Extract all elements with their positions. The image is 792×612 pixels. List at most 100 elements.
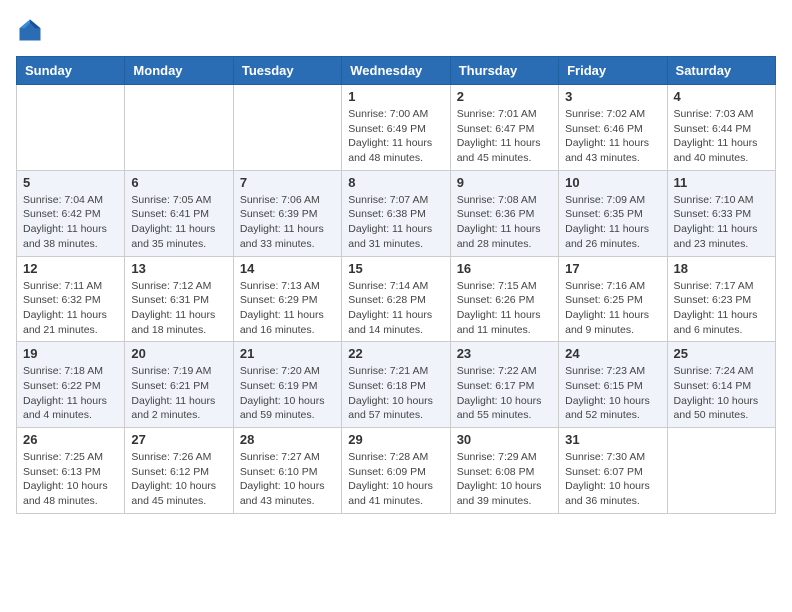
day-number: 16 xyxy=(457,261,552,276)
day-info: Sunrise: 7:04 AM Sunset: 6:42 PM Dayligh… xyxy=(23,193,118,252)
day-header-tuesday: Tuesday xyxy=(233,57,341,85)
day-info: Sunrise: 7:24 AM Sunset: 6:14 PM Dayligh… xyxy=(674,364,769,423)
calendar-cell: 25 Sunrise: 7:24 AM Sunset: 6:14 PM Dayli… xyxy=(667,342,775,428)
day-number: 30 xyxy=(457,432,552,447)
calendar-cell xyxy=(233,85,341,171)
calendar-table: SundayMondayTuesdayWednesdayThursdayFrid… xyxy=(16,56,776,514)
day-info: Sunrise: 7:17 AM Sunset: 6:23 PM Dayligh… xyxy=(674,279,769,338)
calendar-cell: 19 Sunrise: 7:18 AM Sunset: 6:22 PM Dayli… xyxy=(17,342,125,428)
calendar-cell: 6 Sunrise: 7:05 AM Sunset: 6:41 PM Daylig… xyxy=(125,170,233,256)
calendar-cell xyxy=(125,85,233,171)
calendar-cell: 27 Sunrise: 7:26 AM Sunset: 6:12 PM Dayli… xyxy=(125,428,233,514)
day-info: Sunrise: 7:07 AM Sunset: 6:38 PM Dayligh… xyxy=(348,193,443,252)
day-info: Sunrise: 7:19 AM Sunset: 6:21 PM Dayligh… xyxy=(131,364,226,423)
calendar-cell xyxy=(17,85,125,171)
calendar-cell: 1Sunrise: 7:00 AM Sunset: 6:49 PM Daylig… xyxy=(342,85,450,171)
day-header-sunday: Sunday xyxy=(17,57,125,85)
day-info: Sunrise: 7:29 AM Sunset: 6:08 PM Dayligh… xyxy=(457,450,552,509)
day-info: Sunrise: 7:12 AM Sunset: 6:31 PM Dayligh… xyxy=(131,279,226,338)
day-info: Sunrise: 7:05 AM Sunset: 6:41 PM Dayligh… xyxy=(131,193,226,252)
day-info: Sunrise: 7:06 AM Sunset: 6:39 PM Dayligh… xyxy=(240,193,335,252)
day-number: 3 xyxy=(565,89,660,104)
day-number: 23 xyxy=(457,346,552,361)
day-number: 22 xyxy=(348,346,443,361)
calendar-week-row: 5 Sunrise: 7:04 AM Sunset: 6:42 PM Daylig… xyxy=(17,170,776,256)
day-number: 21 xyxy=(240,346,335,361)
day-number: 13 xyxy=(131,261,226,276)
day-info: Sunrise: 7:23 AM Sunset: 6:15 PM Dayligh… xyxy=(565,364,660,423)
day-number: 20 xyxy=(131,346,226,361)
page-header xyxy=(16,16,776,44)
calendar-cell: 31Sunrise: 7:30 AM Sunset: 6:07 PM Dayli… xyxy=(559,428,667,514)
day-header-monday: Monday xyxy=(125,57,233,85)
logo xyxy=(16,16,50,44)
day-number: 6 xyxy=(131,175,226,190)
day-number: 12 xyxy=(23,261,118,276)
calendar-cell: 13 Sunrise: 7:12 AM Sunset: 6:31 PM Dayli… xyxy=(125,256,233,342)
day-number: 29 xyxy=(348,432,443,447)
calendar-cell: 30 Sunrise: 7:29 AM Sunset: 6:08 PM Dayli… xyxy=(450,428,558,514)
day-number: 14 xyxy=(240,261,335,276)
logo-icon xyxy=(16,16,44,44)
day-number: 25 xyxy=(674,346,769,361)
calendar-cell: 5 Sunrise: 7:04 AM Sunset: 6:42 PM Daylig… xyxy=(17,170,125,256)
day-number: 7 xyxy=(240,175,335,190)
calendar-cell: 22 Sunrise: 7:21 AM Sunset: 6:18 PM Dayli… xyxy=(342,342,450,428)
day-info: Sunrise: 7:02 AM Sunset: 6:46 PM Dayligh… xyxy=(565,107,660,166)
day-number: 27 xyxy=(131,432,226,447)
calendar-cell xyxy=(667,428,775,514)
day-number: 9 xyxy=(457,175,552,190)
calendar-cell: 26 Sunrise: 7:25 AM Sunset: 6:13 PM Dayli… xyxy=(17,428,125,514)
day-info: Sunrise: 7:01 AM Sunset: 6:47 PM Dayligh… xyxy=(457,107,552,166)
day-header-saturday: Saturday xyxy=(667,57,775,85)
calendar-header-row: SundayMondayTuesdayWednesdayThursdayFrid… xyxy=(17,57,776,85)
calendar-cell: 16Sunrise: 7:15 AM Sunset: 6:26 PM Dayli… xyxy=(450,256,558,342)
calendar-week-row: 12 Sunrise: 7:11 AM Sunset: 6:32 PM Dayli… xyxy=(17,256,776,342)
day-info: Sunrise: 7:25 AM Sunset: 6:13 PM Dayligh… xyxy=(23,450,118,509)
day-number: 19 xyxy=(23,346,118,361)
day-info: Sunrise: 7:03 AM Sunset: 6:44 PM Dayligh… xyxy=(674,107,769,166)
day-number: 5 xyxy=(23,175,118,190)
calendar-cell: 7 Sunrise: 7:06 AM Sunset: 6:39 PM Daylig… xyxy=(233,170,341,256)
calendar-cell: 23Sunrise: 7:22 AM Sunset: 6:17 PM Dayli… xyxy=(450,342,558,428)
day-number: 11 xyxy=(674,175,769,190)
calendar-cell: 18Sunrise: 7:17 AM Sunset: 6:23 PM Dayli… xyxy=(667,256,775,342)
calendar-cell: 21Sunrise: 7:20 AM Sunset: 6:19 PM Dayli… xyxy=(233,342,341,428)
calendar-cell: 10Sunrise: 7:09 AM Sunset: 6:35 PM Dayli… xyxy=(559,170,667,256)
calendar-week-row: 19 Sunrise: 7:18 AM Sunset: 6:22 PM Dayli… xyxy=(17,342,776,428)
day-info: Sunrise: 7:08 AM Sunset: 6:36 PM Dayligh… xyxy=(457,193,552,252)
day-info: Sunrise: 7:26 AM Sunset: 6:12 PM Dayligh… xyxy=(131,450,226,509)
calendar-cell: 2 Sunrise: 7:01 AM Sunset: 6:47 PM Daylig… xyxy=(450,85,558,171)
day-info: Sunrise: 7:27 AM Sunset: 6:10 PM Dayligh… xyxy=(240,450,335,509)
day-info: Sunrise: 7:14 AM Sunset: 6:28 PM Dayligh… xyxy=(348,279,443,338)
day-info: Sunrise: 7:10 AM Sunset: 6:33 PM Dayligh… xyxy=(674,193,769,252)
calendar-cell: 24 Sunrise: 7:23 AM Sunset: 6:15 PM Dayli… xyxy=(559,342,667,428)
calendar-cell: 9 Sunrise: 7:08 AM Sunset: 6:36 PM Daylig… xyxy=(450,170,558,256)
day-number: 4 xyxy=(674,89,769,104)
day-info: Sunrise: 7:16 AM Sunset: 6:25 PM Dayligh… xyxy=(565,279,660,338)
day-number: 24 xyxy=(565,346,660,361)
calendar-cell: 14 Sunrise: 7:13 AM Sunset: 6:29 PM Dayli… xyxy=(233,256,341,342)
day-number: 15 xyxy=(348,261,443,276)
calendar-cell: 8Sunrise: 7:07 AM Sunset: 6:38 PM Daylig… xyxy=(342,170,450,256)
day-info: Sunrise: 7:11 AM Sunset: 6:32 PM Dayligh… xyxy=(23,279,118,338)
day-number: 28 xyxy=(240,432,335,447)
day-info: Sunrise: 7:13 AM Sunset: 6:29 PM Dayligh… xyxy=(240,279,335,338)
day-info: Sunrise: 7:00 AM Sunset: 6:49 PM Dayligh… xyxy=(348,107,443,166)
calendar-cell: 17 Sunrise: 7:16 AM Sunset: 6:25 PM Dayli… xyxy=(559,256,667,342)
calendar-week-row: 26 Sunrise: 7:25 AM Sunset: 6:13 PM Dayli… xyxy=(17,428,776,514)
calendar-cell: 28 Sunrise: 7:27 AM Sunset: 6:10 PM Dayli… xyxy=(233,428,341,514)
day-info: Sunrise: 7:28 AM Sunset: 6:09 PM Dayligh… xyxy=(348,450,443,509)
day-info: Sunrise: 7:30 AM Sunset: 6:07 PM Dayligh… xyxy=(565,450,660,509)
day-number: 17 xyxy=(565,261,660,276)
day-header-wednesday: Wednesday xyxy=(342,57,450,85)
day-number: 26 xyxy=(23,432,118,447)
day-info: Sunrise: 7:18 AM Sunset: 6:22 PM Dayligh… xyxy=(23,364,118,423)
calendar-cell: 15 Sunrise: 7:14 AM Sunset: 6:28 PM Dayli… xyxy=(342,256,450,342)
day-info: Sunrise: 7:21 AM Sunset: 6:18 PM Dayligh… xyxy=(348,364,443,423)
day-number: 10 xyxy=(565,175,660,190)
calendar-cell: 4 Sunrise: 7:03 AM Sunset: 6:44 PM Daylig… xyxy=(667,85,775,171)
day-number: 2 xyxy=(457,89,552,104)
calendar-week-row: 1Sunrise: 7:00 AM Sunset: 6:49 PM Daylig… xyxy=(17,85,776,171)
day-header-friday: Friday xyxy=(559,57,667,85)
